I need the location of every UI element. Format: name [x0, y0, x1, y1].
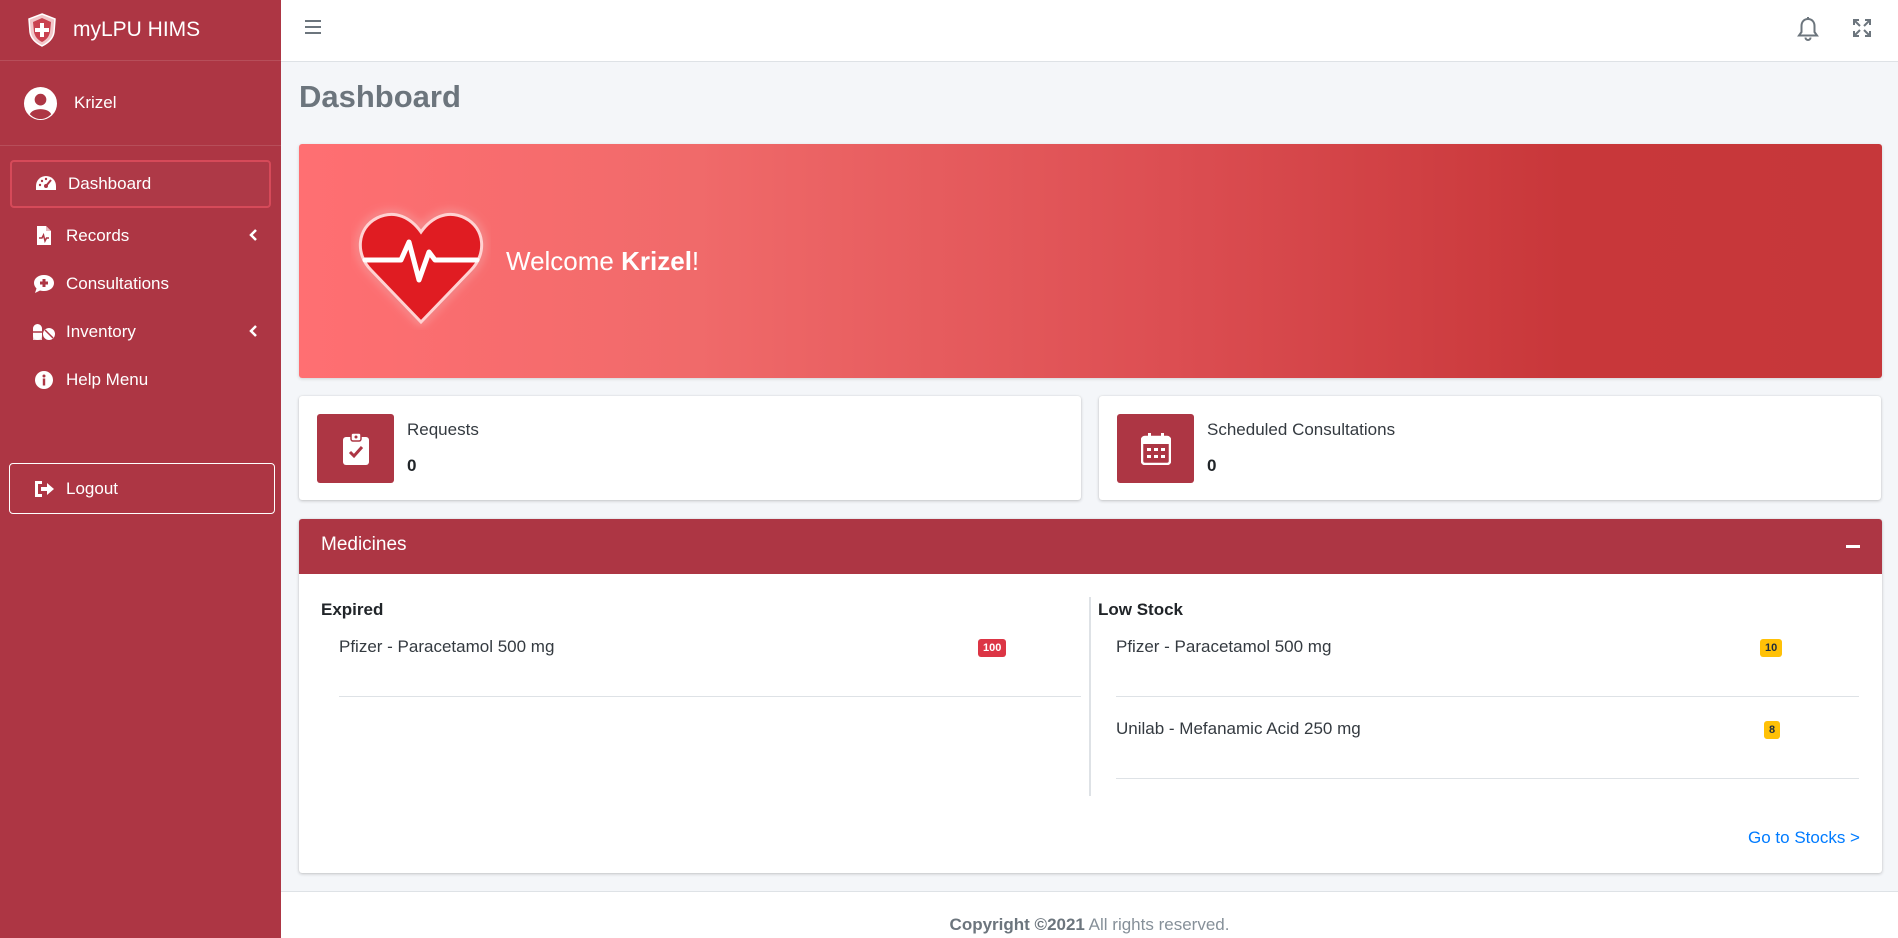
- low-stock-count-badge: 8: [1764, 721, 1781, 739]
- collapse-minus-icon[interactable]: [1846, 545, 1860, 548]
- file-medical-icon: [32, 224, 56, 248]
- info-circle-icon: [32, 368, 56, 392]
- medicines-card-header: Medicines: [299, 519, 1882, 574]
- go-to-stocks-link[interactable]: Go to Stocks >: [1748, 828, 1860, 848]
- scheduled-consultations-label: Scheduled Consultations: [1207, 420, 1396, 439]
- clipboard-check-icon: [317, 414, 394, 483]
- low-stock-title: Low Stock: [1098, 600, 1184, 619]
- requests-info-box[interactable]: Requests 0: [299, 396, 1081, 500]
- logout-label: Logout: [66, 478, 118, 498]
- chevron-left-icon: [249, 322, 257, 342]
- welcome-prefix: Welcome: [506, 246, 622, 276]
- sidebar-item-label: Consultations: [66, 273, 170, 293]
- comment-medical-icon: [32, 272, 56, 296]
- rights-text: All rights reserved.: [1084, 915, 1230, 934]
- footer: Copyright ©2021 All rights reserved.: [281, 891, 1898, 938]
- sidebar-item-label: Help Menu: [66, 369, 149, 389]
- copyright-text: Copyright ©2021: [949, 915, 1085, 934]
- fullscreen-expand-icon[interactable]: [1853, 19, 1871, 42]
- sidebar-item-label: Inventory: [66, 321, 136, 341]
- logout-button[interactable]: Logout: [9, 463, 275, 514]
- sidebar-item-dashboard[interactable]: Dashboard: [10, 160, 271, 208]
- brand-name: myLPU HIMS: [73, 18, 201, 41]
- sign-out-icon: [32, 477, 56, 501]
- medicines-card: Medicines Expired Pfizer - Paracetamol 5…: [299, 519, 1882, 873]
- shield-logo-icon: [28, 13, 56, 47]
- low-stock-item-name: Pfizer - Paracetamol 500 mg: [1116, 637, 1332, 656]
- sidebar-item-label: Records: [66, 225, 130, 245]
- brand[interactable]: myLPU HIMS: [0, 0, 281, 61]
- low-stock-item-name: Unilab - Mefanamic Acid 250 mg: [1116, 719, 1361, 738]
- medicines-card-title: Medicines: [321, 534, 407, 555]
- page-title: Dashboard: [299, 79, 461, 114]
- sidebar-nav: Dashboard Records Consultations Inventor…: [0, 146, 281, 403]
- chevron-left-icon: [249, 226, 257, 246]
- user-avatar-icon: [23, 86, 58, 120]
- requests-label: Requests: [407, 420, 479, 439]
- top-navbar: [281, 0, 1898, 62]
- sidebar-item-help-menu[interactable]: Help Menu: [10, 356, 271, 403]
- hamburger-menu-icon[interactable]: [305, 19, 323, 40]
- welcome-suffix: !: [691, 246, 700, 276]
- divider: [1116, 778, 1859, 779]
- calendar-icon: [1117, 414, 1194, 483]
- expired-item-name: Pfizer - Paracetamol 500 mg: [339, 637, 555, 656]
- column-divider: [1089, 597, 1091, 796]
- divider: [1116, 696, 1859, 697]
- expired-count-badge: 100: [978, 639, 1007, 657]
- capsules-icon: [32, 320, 56, 344]
- welcome-message: Welcome Krizel!: [506, 246, 699, 277]
- expired-title: Expired: [321, 600, 384, 619]
- sidebar-item-records[interactable]: Records: [10, 212, 271, 259]
- scheduled-consultations-count: 0: [1207, 456, 1217, 475]
- low-stock-count-badge: 10: [1760, 639, 1783, 657]
- sidebar: myLPU HIMS Krizel Dashboard Records Cons…: [0, 0, 281, 938]
- sidebar-item-label: Dashboard: [68, 174, 152, 193]
- sidebar-item-consultations[interactable]: Consultations: [10, 260, 271, 307]
- divider: [339, 696, 1081, 697]
- user-panel[interactable]: Krizel: [0, 61, 281, 146]
- bell-icon[interactable]: [1797, 16, 1819, 47]
- heartbeat-icon: [358, 212, 484, 325]
- welcome-banner: Welcome Krizel!: [299, 144, 1882, 378]
- welcome-user-name: Krizel: [621, 246, 692, 276]
- user-name: Krizel: [74, 93, 117, 112]
- scheduled-consultations-info-box[interactable]: Scheduled Consultations 0: [1099, 396, 1881, 500]
- requests-count: 0: [407, 456, 417, 475]
- sidebar-item-inventory[interactable]: Inventory: [10, 308, 271, 355]
- tachometer-icon: [34, 172, 58, 196]
